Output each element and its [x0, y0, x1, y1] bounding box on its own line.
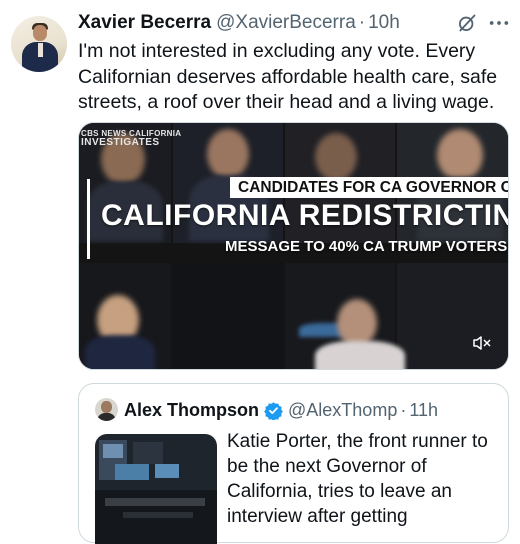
quoted-author-handle[interactable]: @AlexThomp [288, 400, 397, 421]
author-name[interactable]: Xavier Becerra [78, 12, 211, 34]
quoted-tweet[interactable]: Alex Thompson @AlexThomp · 11h Katie Por… [78, 383, 509, 544]
quoted-tweet-time[interactable]: 11h [409, 400, 438, 421]
tweet-time[interactable]: 10h [368, 12, 400, 34]
quoted-author-avatar[interactable] [95, 398, 118, 421]
news-logo: CBS NEWS CALIFORNIA INVESTIGATES [81, 129, 182, 148]
separator-dot: · [358, 12, 366, 33]
tweet-text: I'm not interested in excluding any vote… [78, 40, 498, 113]
headline-bar [87, 179, 90, 259]
tweet-header: Xavier Becerra @XavierBecerra · 10h [78, 10, 400, 36]
video-headline: CALIFORNIA REDISTRICTING [101, 199, 509, 232]
author-handle[interactable]: @XavierBecerra [216, 12, 356, 34]
quoted-media-thumbnail[interactable] [95, 434, 217, 544]
quoted-tweet-header: Alex Thompson @AlexThomp · 11h [124, 397, 438, 423]
video-player[interactable]: CBS NEWS CALIFORNIA INVESTIGATES CANDIDA… [78, 122, 509, 370]
muted-speaker-icon[interactable] [473, 335, 491, 351]
quoted-author-name[interactable]: Alex Thompson [124, 400, 259, 421]
author-avatar[interactable] [11, 16, 67, 72]
video-subline: MESSAGE TO 40% CA TRUMP VOTERS? [225, 238, 509, 255]
video-kicker: CANDIDATES FOR CA GOVERNOR ON: [230, 177, 508, 198]
more-icon[interactable] [488, 13, 510, 33]
separator-dot: · [400, 399, 407, 420]
quoted-tweet-text: Katie Porter, the front runner to be the… [227, 431, 488, 527]
grok-icon[interactable] [457, 13, 477, 33]
verified-badge-icon [264, 401, 283, 420]
